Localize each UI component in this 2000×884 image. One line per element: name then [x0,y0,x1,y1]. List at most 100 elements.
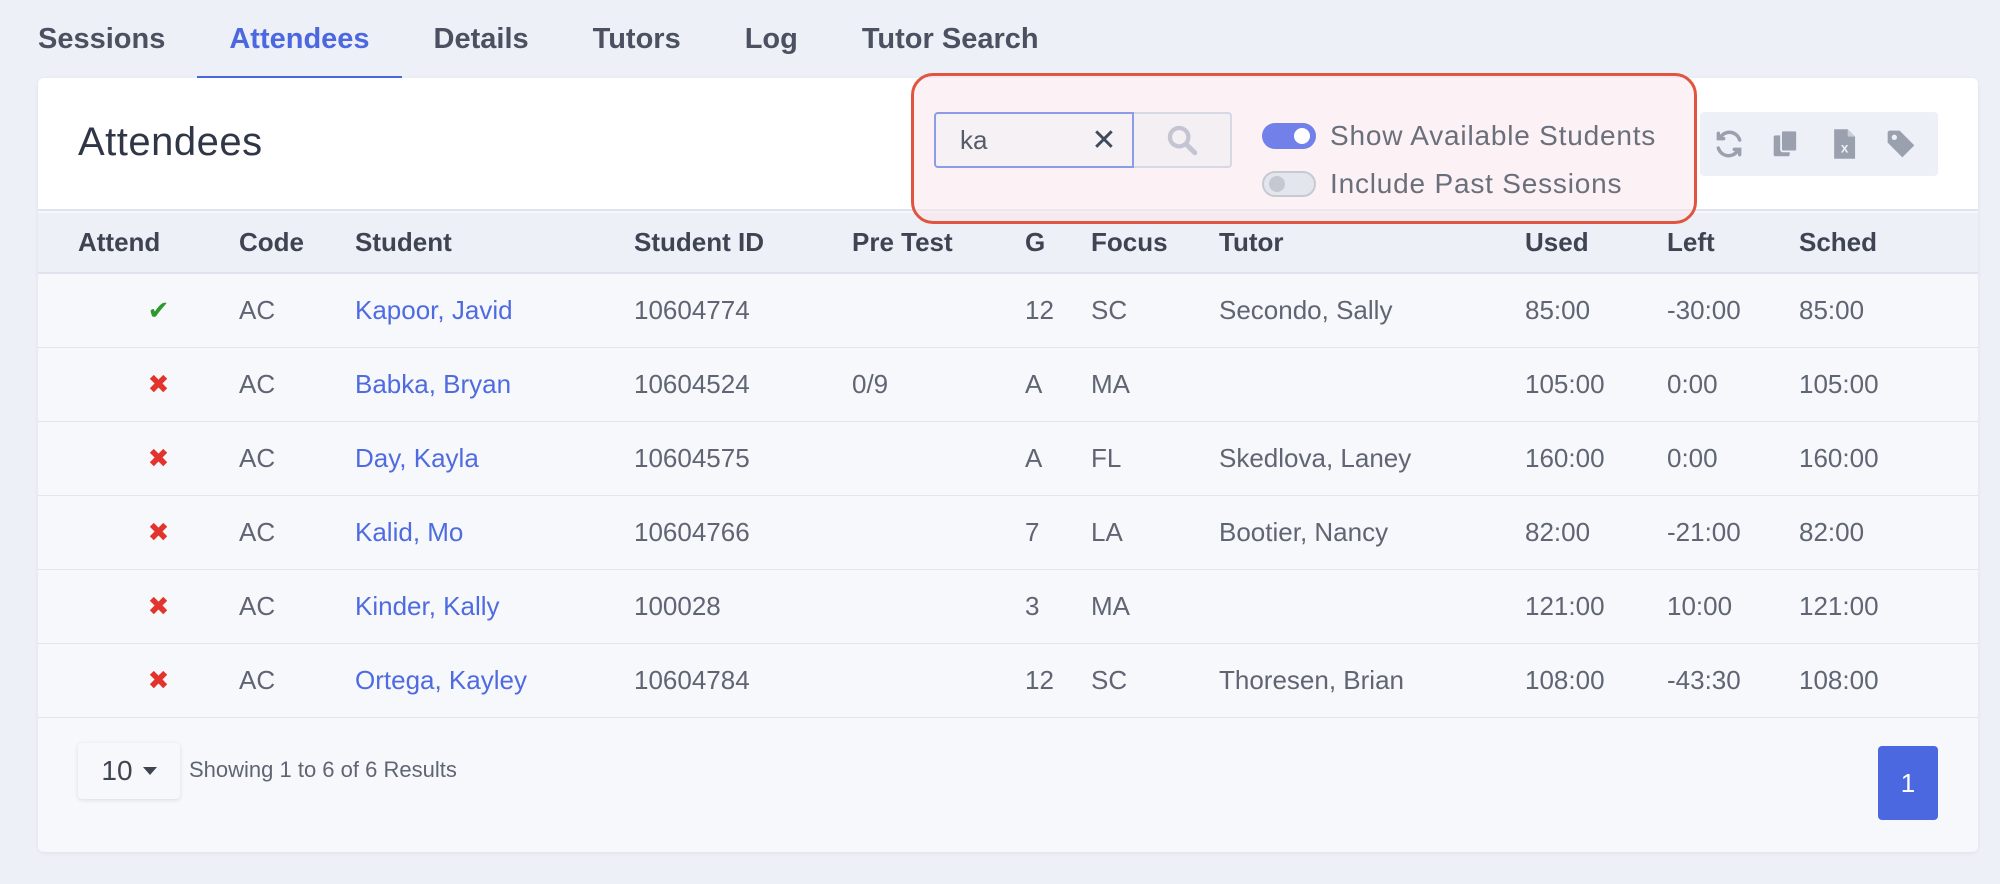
code-cell: AC [239,294,276,325]
table-row[interactable]: ✔ AC Kapoor, Javid 10604774 12 SC Secondo, Sal… [38,273,1978,347]
sched-cell: 160:00 [1799,442,1879,473]
student-link[interactable]: Ortega, Kayley [355,665,527,695]
tutor-cell: Skedlova, Laney [1219,442,1412,473]
sched-cell: 105:00 [1799,368,1879,399]
left-cell: 0:00 [1667,442,1718,473]
attendees-table: Attend Code Student Student ID Pre Test … [38,213,1978,718]
x-icon[interactable]: ✖ [78,443,239,474]
attend-cell: ✖ [78,643,239,717]
copy-icon[interactable] [1766,124,1806,164]
focus-cell: MA [1091,368,1130,399]
used-cell: 82:00 [1525,516,1591,547]
left-cell: -30:00 [1667,294,1741,325]
student-cell: Kinder, Kally [355,569,634,643]
focus-cell: LA [1091,516,1123,547]
student-cell: Ortega, Kayley [355,643,634,717]
left-cell: 10:00 [1667,590,1733,621]
used-cell: 105:00 [1525,368,1605,399]
table-row[interactable]: ✖ AC Day, Kayla 10604575 A FL Skedlova, Laney 1… [38,421,1978,495]
student-cell: Babka, Bryan [355,347,634,421]
toggle-switch-on[interactable] [1262,123,1316,149]
close-icon[interactable]: ✕ [1084,120,1124,160]
student-cell: Kalid, Mo [355,495,634,569]
pre-test-cell [852,273,1025,347]
search-icon [1167,125,1198,156]
x-icon[interactable]: ✖ [78,591,239,622]
page-size-select[interactable]: 10 [78,743,180,799]
student-cell: Day, Kayla [355,421,634,495]
student-id-cell: 100028 [634,590,721,621]
student-link[interactable]: Kalid, Mo [355,517,463,547]
student-id-cell: 10604524 [634,368,750,399]
results-summary: Showing 1 to 6 of 6 Results [189,757,457,782]
code-cell: AC [239,442,276,473]
tab-details[interactable]: Details [402,0,561,80]
tag-icon[interactable] [1881,124,1921,164]
filter-toggles: Show Available Students Include Past Ses… [1262,112,1656,208]
col-sched[interactable]: Sched [1799,213,1978,274]
attend-cell: ✖ [78,569,239,643]
col-attend[interactable]: Attend [78,213,239,274]
focus-cell: FL [1091,442,1122,473]
tutor-cell [1219,347,1525,421]
student-link[interactable]: Babka, Bryan [355,369,511,399]
used-cell: 85:00 [1525,294,1591,325]
table-row[interactable]: ✖ AC Kinder, Kally 100028 3 MA 121:00 10:00 121:… [38,569,1978,643]
include-past-label: Include Past Sessions [1330,168,1623,199]
x-icon[interactable]: ✖ [78,369,239,400]
tutor-cell: Secondo, Sally [1219,294,1393,325]
pre-test-cell [852,421,1025,495]
focus-cell: MA [1091,590,1130,621]
used-cell: 108:00 [1525,664,1605,695]
col-left[interactable]: Left [1667,213,1799,274]
table-row[interactable]: ✖ AC Babka, Bryan 10604524 0/9 A MA 105:00 0:00 1… [38,347,1978,421]
check-icon[interactable]: ✔ [78,295,239,326]
col-student-id[interactable]: Student ID [634,213,852,274]
sched-cell: 108:00 [1799,664,1879,695]
pagination-page-1[interactable]: 1 [1878,746,1938,820]
code-cell: AC [239,590,276,621]
sched-cell: 85:00 [1799,294,1865,325]
code-cell: AC [239,516,276,547]
tab-bar: Sessions Attendees Details Tutors Log Tu… [38,0,1071,80]
student-link[interactable]: Kapoor, Javid [355,295,513,325]
excel-icon[interactable]: x [1824,124,1864,164]
search-button[interactable] [1134,112,1232,168]
tutor-cell: Bootier, Nancy [1219,516,1389,547]
include-past-toggle[interactable]: Include Past Sessions [1262,160,1656,208]
code-cell: AC [239,368,276,399]
col-code[interactable]: Code [239,213,355,274]
student-link[interactable]: Day, Kayla [355,443,479,473]
table-row[interactable]: ✖ AC Ortega, Kayley 10604784 12 SC Thoresen, B… [38,643,1978,717]
student-link[interactable]: Kinder, Kally [355,591,500,621]
tab-attendees[interactable]: Attendees [197,0,402,80]
pre-test-cell: 0/9 [852,368,889,399]
x-icon[interactable]: ✖ [78,517,239,548]
tab-log[interactable]: Log [713,0,830,80]
tab-tutor-search[interactable]: Tutor Search [830,0,1071,80]
grade-cell: A [1025,442,1043,473]
show-available-toggle[interactable]: Show Available Students [1262,112,1656,160]
page-size-value: 10 [101,755,133,786]
svg-text:x: x [1841,141,1849,156]
x-icon[interactable]: ✖ [78,665,239,696]
table-toolbar: x [1700,112,1938,176]
tutor-cell [1219,569,1525,643]
tutor-cell: Thoresen, Brian [1219,664,1404,695]
refresh-icon[interactable] [1709,124,1749,164]
show-available-label: Show Available Students [1330,120,1657,151]
tab-sessions[interactable]: Sessions [38,0,197,80]
grade-cell: 12 [1025,294,1054,325]
col-student[interactable]: Student [355,213,634,274]
search-group: ka ✕ [934,112,1232,168]
toggle-switch-off[interactable] [1262,171,1316,197]
student-id-cell: 10604766 [634,516,750,547]
table-row[interactable]: ✖ AC Kalid, Mo 10604766 7 LA Bootier, Nancy 82:… [38,495,1978,569]
pre-test-cell [852,643,1025,717]
attend-cell: ✖ [78,495,239,569]
grade-cell: A [1025,368,1043,399]
search-input[interactable]: ka ✕ [934,112,1134,168]
used-cell: 121:00 [1525,590,1605,621]
tab-tutors[interactable]: Tutors [561,0,713,80]
sched-cell: 121:00 [1799,590,1879,621]
